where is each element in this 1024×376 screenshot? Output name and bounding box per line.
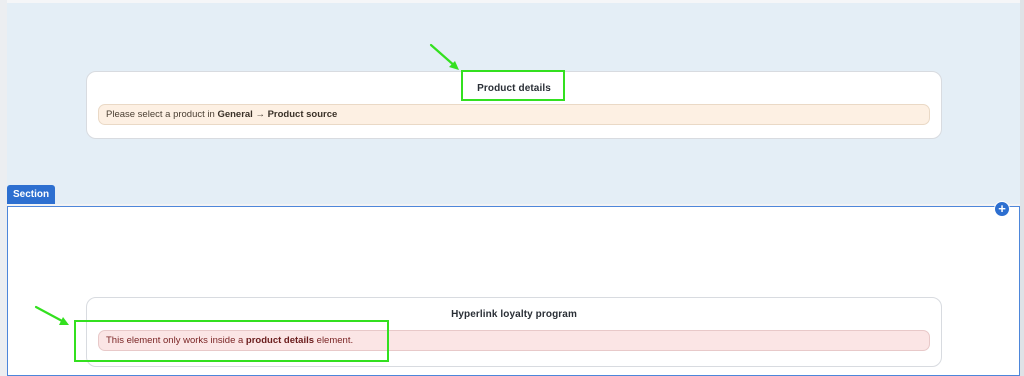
add-element-button[interactable]: + — [994, 201, 1010, 217]
hyperlink-loyalty-title: Hyperlink loyalty program — [451, 309, 577, 320]
plus-icon: + — [998, 201, 1006, 216]
section-tag[interactable]: Section — [7, 185, 56, 204]
left-gutter — [0, 0, 7, 376]
product-source-warning: Please select a product in General → Pro… — [98, 104, 930, 125]
annotation-arrow-bottom-icon — [34, 305, 69, 325]
warning-text: Please select a product in — [106, 109, 218, 120]
scrollbar-track[interactable] — [1020, 0, 1024, 376]
highlight-box-title — [461, 70, 565, 101]
annotation-arrow-top-icon — [429, 43, 459, 70]
highlight-box-error — [74, 320, 389, 362]
warning-text-bold: General → Product source — [217, 109, 338, 120]
